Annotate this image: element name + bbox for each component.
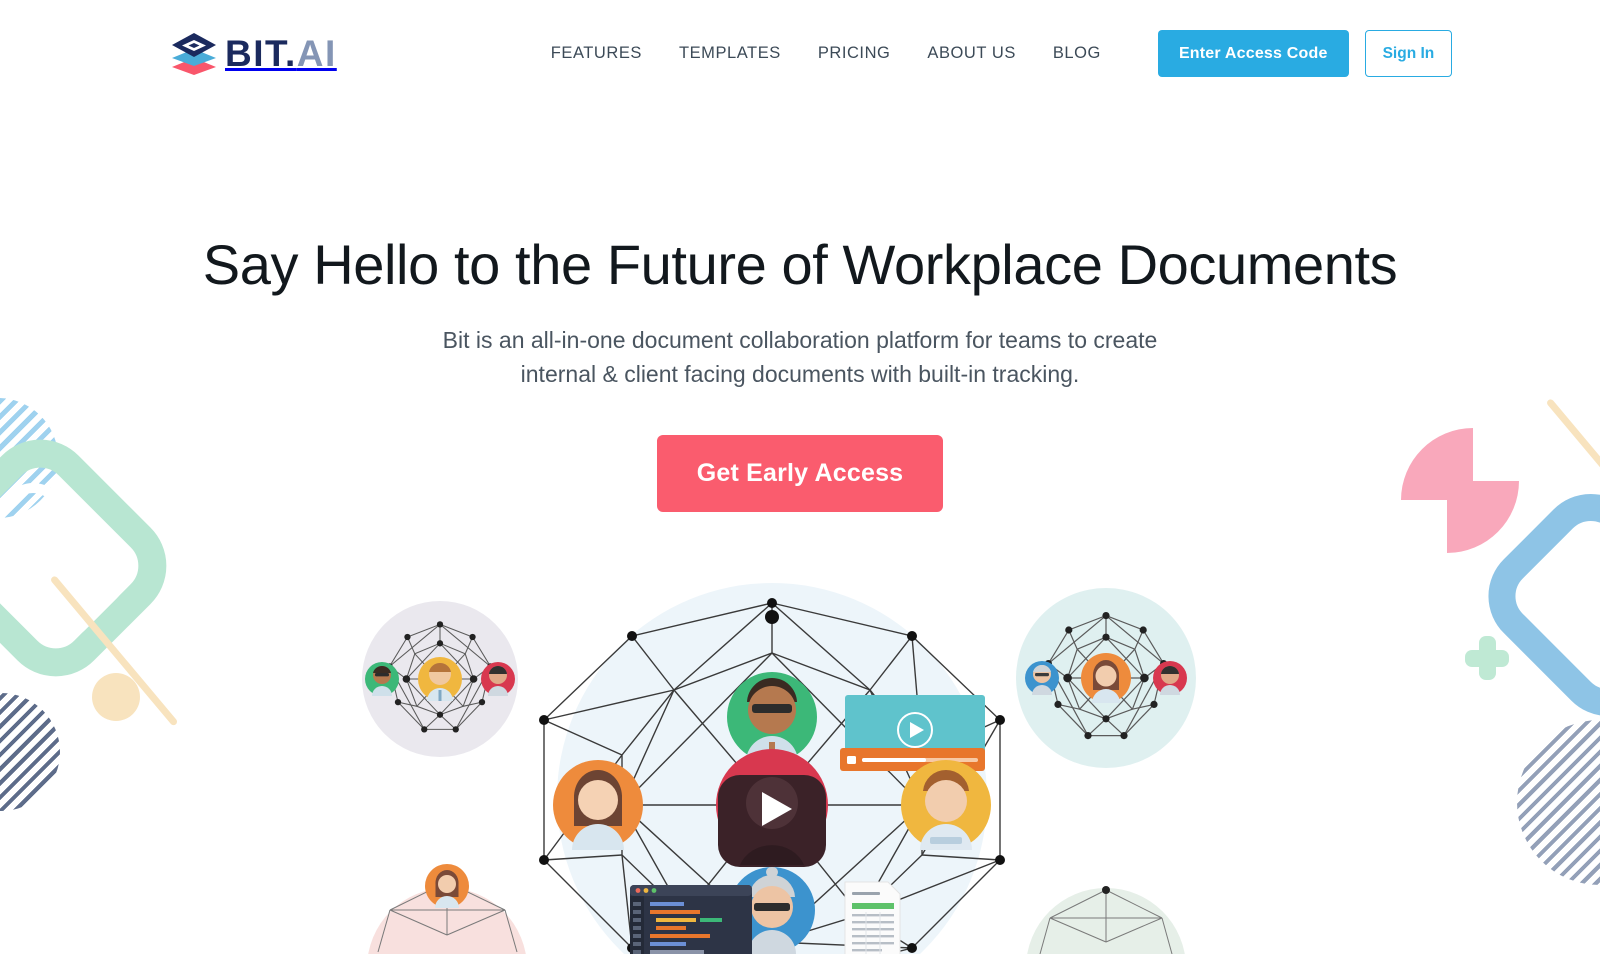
nav-item-templates[interactable]: TEMPLATES <box>679 44 781 63</box>
center-video-thumbnail <box>716 749 828 867</box>
sign-in-button[interactable]: Sign In <box>1364 30 1453 77</box>
site-header: BIT.AI FEATURES TEMPLATES PRICING ABOUT … <box>0 0 1600 82</box>
enter-access-code-button[interactable]: Enter Access Code <box>1157 30 1349 77</box>
video-player-card <box>840 695 985 771</box>
hero-title: Say Hello to the Future of Workplace Doc… <box>202 233 1398 296</box>
brand-name-secondary: AI <box>296 33 337 74</box>
hero-subtitle: Bit is an all-in-one document collaborat… <box>0 324 1600 391</box>
bottom-left-network-node <box>368 864 526 954</box>
brand-name-primary: BIT. <box>225 33 297 74</box>
avatar-green-sunglasses <box>727 672 817 762</box>
bottom-right-network-node <box>1027 886 1185 954</box>
spreadsheet-card <box>844 881 901 954</box>
nav-item-about-us[interactable]: ABOUT US <box>927 44 1015 63</box>
avatar-yellow <box>418 657 462 701</box>
network-collaboration-illustration <box>0 560 1600 954</box>
hero-section: Say Hello to the Future of Workplace Doc… <box>0 82 1600 512</box>
nav-item-features[interactable]: FEATURES <box>551 44 642 63</box>
avatar-orange-woman <box>425 864 469 908</box>
avatar-red <box>1153 661 1187 695</box>
brand-logo[interactable]: BIT.AI <box>170 32 337 76</box>
hero-subtitle-line-2: internal & client facing documents with … <box>520 360 1080 387</box>
page-root: BIT.AI FEATURES TEMPLATES PRICING ABOUT … <box>0 0 1600 954</box>
code-editor-card <box>630 885 752 954</box>
right-network-node <box>1016 588 1196 768</box>
center-network-node <box>539 583 1005 954</box>
avatar-red <box>481 662 515 696</box>
get-early-access-button[interactable]: Get Early Access <box>656 434 944 512</box>
avatar-yellow-man <box>901 760 991 850</box>
main-navigation: FEATURES TEMPLATES PRICING ABOUT US BLOG <box>551 44 1101 63</box>
avatar-blue-glasses <box>1025 661 1059 695</box>
avatar-orange-woman <box>1081 653 1131 703</box>
left-network-node <box>362 601 518 757</box>
nav-item-pricing[interactable]: PRICING <box>818 44 891 63</box>
nav-item-blog[interactable]: BLOG <box>1053 44 1101 63</box>
brand-wordmark: BIT.AI <box>225 35 337 72</box>
stacked-layers-diamond-icon <box>172 32 216 75</box>
hero-cta-wrapper: Get Early Access <box>0 434 1600 512</box>
hero-subtitle-line-1: Bit is an all-in-one document collaborat… <box>442 327 1158 354</box>
avatar-orange-woman <box>553 760 643 850</box>
avatar-green <box>365 662 399 696</box>
header-actions: Enter Access Code Sign In <box>1157 30 1453 77</box>
